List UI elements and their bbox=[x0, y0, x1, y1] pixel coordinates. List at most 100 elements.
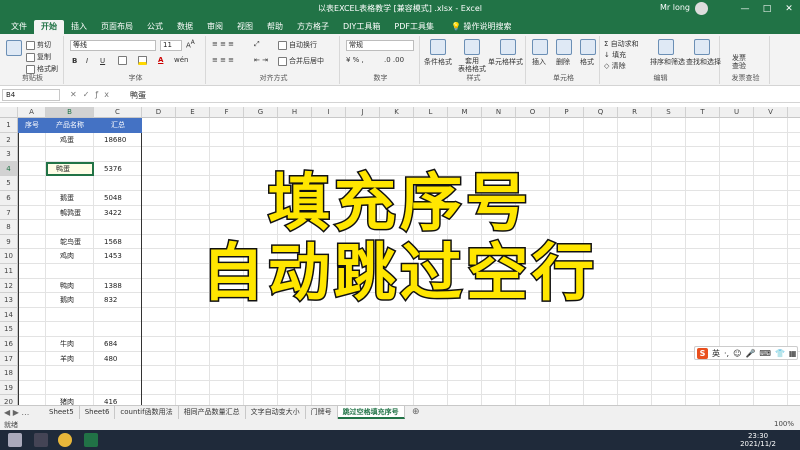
total-cell[interactable]: 18680 bbox=[104, 133, 126, 148]
minimize-button[interactable]: — bbox=[734, 0, 756, 18]
column-header[interactable]: S bbox=[652, 107, 686, 118]
ribbon-tab[interactable]: PDF工具集 bbox=[387, 20, 441, 34]
column-header[interactable]: F bbox=[210, 107, 244, 118]
mic-icon[interactable]: 🎤 bbox=[745, 349, 755, 358]
add-sheet-icon[interactable]: ⊕ bbox=[412, 407, 420, 417]
font-color-button[interactable]: A bbox=[158, 56, 163, 64]
total-cell[interactable]: 480 bbox=[104, 352, 117, 367]
column-header[interactable]: T bbox=[686, 107, 720, 118]
table-format-icon[interactable] bbox=[464, 39, 480, 55]
row-header[interactable]: 1 bbox=[0, 118, 18, 133]
product-name-cell[interactable]: 猪肉 bbox=[60, 395, 74, 405]
invoice-check-button[interactable]: 发票 查验 bbox=[732, 54, 746, 70]
column-header[interactable]: N bbox=[482, 107, 516, 118]
column-header[interactable]: M bbox=[448, 107, 482, 118]
cell-style-button[interactable]: 单元格样式 bbox=[488, 57, 523, 67]
column-header[interactable]: A bbox=[18, 107, 46, 118]
align-left-button[interactable]: ≡ ≡ ≡ bbox=[212, 56, 234, 64]
indent-button[interactable]: ⇤ ⇥ bbox=[254, 56, 268, 64]
row-header[interactable]: 19 bbox=[0, 380, 18, 396]
delete-icon[interactable] bbox=[556, 39, 572, 55]
product-name-cell[interactable]: 羊肉 bbox=[60, 352, 74, 367]
column-header[interactable]: K bbox=[380, 107, 414, 118]
ribbon-tab[interactable]: 视图 bbox=[230, 20, 260, 34]
emoji-icon[interactable]: ☺ bbox=[733, 349, 741, 358]
skin-icon[interactable]: 👕 bbox=[775, 349, 785, 358]
sheet-tab[interactable]: Sheet6 bbox=[80, 406, 116, 419]
sheet-nav-arrows[interactable]: ◀ ▶ … bbox=[4, 408, 29, 417]
sort-filter-icon[interactable] bbox=[658, 39, 674, 55]
conditional-format-icon[interactable] bbox=[430, 39, 446, 55]
column-header[interactable]: B bbox=[46, 107, 94, 118]
italic-button[interactable]: I bbox=[86, 57, 88, 65]
column-header[interactable]: W bbox=[788, 107, 800, 118]
border-button[interactable] bbox=[118, 56, 129, 65]
column-header[interactable]: J bbox=[346, 107, 380, 118]
column-header[interactable]: I bbox=[312, 107, 346, 118]
find-icon[interactable] bbox=[694, 39, 710, 55]
ribbon-tab[interactable]: 方方格子 bbox=[290, 20, 336, 34]
column-header[interactable]: U bbox=[720, 107, 754, 118]
column-header[interactable]: R bbox=[618, 107, 652, 118]
ribbon-tab[interactable]: 插入 bbox=[64, 20, 94, 34]
find-select-button[interactable]: 查找和选择 bbox=[686, 57, 721, 67]
column-header[interactable]: P bbox=[550, 107, 584, 118]
close-button[interactable]: ✕ bbox=[778, 0, 800, 18]
task-view-icon[interactable] bbox=[34, 433, 48, 447]
row-header[interactable]: 16 bbox=[0, 337, 18, 352]
name-box[interactable]: B4 bbox=[2, 89, 60, 101]
decimal-button[interactable]: .0 .00 bbox=[384, 56, 404, 64]
sort-filter-button[interactable]: 排序和筛选 bbox=[650, 57, 685, 67]
product-name-cell[interactable]: 鸡蛋 bbox=[60, 133, 74, 148]
column-header[interactable]: G bbox=[244, 107, 278, 118]
copy-button[interactable]: 复制 bbox=[26, 52, 51, 62]
table-header-cell[interactable]: 产品名称 bbox=[46, 118, 94, 133]
wrap-text-button[interactable]: 自动换行 bbox=[278, 40, 317, 50]
column-header[interactable]: Q bbox=[584, 107, 618, 118]
underline-button[interactable]: U bbox=[100, 57, 105, 65]
autosum-button[interactable]: Σ 自动求和 bbox=[604, 39, 639, 49]
clear-button[interactable]: ◇ 清除 bbox=[604, 61, 626, 71]
column-header[interactable]: H bbox=[278, 107, 312, 118]
column-header[interactable]: V bbox=[754, 107, 788, 118]
ribbon-tab[interactable]: 帮助 bbox=[260, 20, 290, 34]
conditional-format-button[interactable]: 条件格式 bbox=[424, 57, 452, 67]
zoom-level[interactable]: 100% bbox=[774, 420, 794, 428]
row-header[interactable]: 15 bbox=[0, 322, 18, 337]
fill-button[interactable]: ↓ 填充 bbox=[604, 50, 626, 60]
column-header[interactable]: D bbox=[142, 107, 176, 118]
tell-me-search[interactable]: 💡 操作说明搜索 bbox=[451, 20, 512, 34]
ribbon-tab[interactable]: 数据 bbox=[170, 20, 200, 34]
phonetic-button[interactable]: wén bbox=[174, 56, 188, 64]
delete-button[interactable]: 删除 bbox=[556, 57, 570, 67]
format-button[interactable]: 格式 bbox=[580, 57, 594, 67]
row-header[interactable]: 2 bbox=[0, 132, 18, 148]
row-header[interactable]: 17 bbox=[0, 351, 18, 367]
table-format-button[interactable]: 套用 表格格式 bbox=[458, 57, 486, 73]
currency-button[interactable]: ¥ % , bbox=[346, 56, 364, 64]
ribbon-tab[interactable]: 文件 bbox=[4, 20, 34, 34]
ribbon-tab[interactable]: 开始 bbox=[34, 20, 64, 34]
total-cell[interactable]: 416 bbox=[104, 395, 117, 405]
product-name-cell[interactable]: 牛肉 bbox=[60, 337, 74, 352]
align-top-button[interactable]: ≡ ≡ ≡ bbox=[212, 40, 234, 48]
ribbon-tab[interactable]: DIY工具箱 bbox=[336, 20, 387, 34]
sheet-tab[interactable]: countif函数用法 bbox=[115, 406, 179, 419]
bold-button[interactable]: B bbox=[72, 57, 77, 65]
fill-color-button[interactable] bbox=[138, 56, 149, 65]
table-header-cell[interactable]: 序号 bbox=[18, 118, 46, 133]
sheet-tab[interactable]: 门牌号 bbox=[306, 406, 338, 419]
orientation-button[interactable]: ⤢ bbox=[254, 40, 260, 49]
user-name[interactable]: Mr long bbox=[660, 3, 690, 12]
sheet-tab[interactable]: Sheet5 bbox=[44, 406, 80, 419]
cut-button[interactable]: 剪切 bbox=[26, 40, 51, 50]
ribbon-tab[interactable]: 公式 bbox=[140, 20, 170, 34]
insert-icon[interactable] bbox=[532, 39, 548, 55]
maximize-button[interactable]: □ bbox=[756, 0, 778, 18]
font-family-select[interactable]: 等线 bbox=[70, 40, 156, 51]
grid-icon[interactable]: ▦ bbox=[789, 349, 797, 358]
start-icon[interactable] bbox=[8, 433, 22, 447]
table-header-cell[interactable]: 汇总 bbox=[94, 118, 142, 133]
column-header[interactable]: E bbox=[176, 107, 210, 118]
column-header[interactable]: C bbox=[94, 107, 142, 118]
